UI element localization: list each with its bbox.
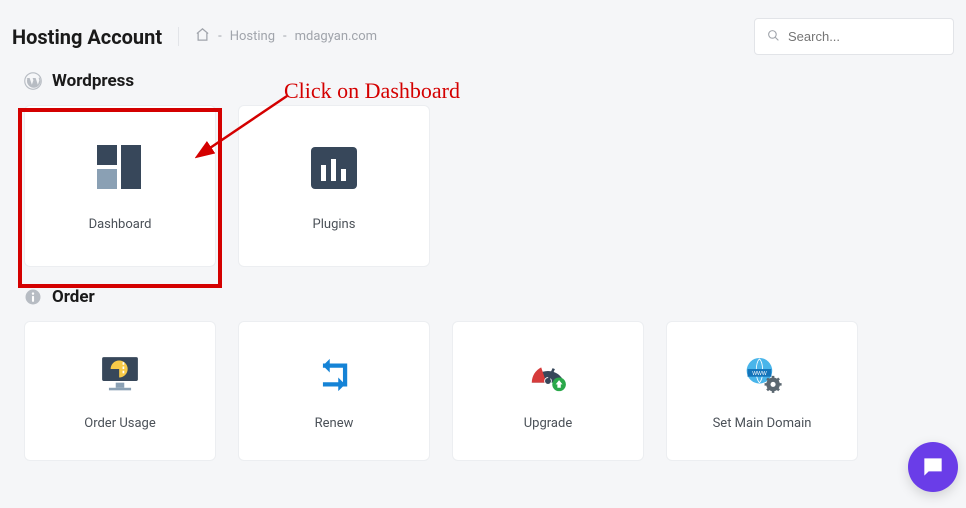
search-box[interactable] bbox=[754, 18, 954, 55]
card-order-usage[interactable]: Order Usage bbox=[24, 321, 216, 461]
card-renew-label: Renew bbox=[315, 416, 354, 431]
section-wordpress-header: Wordpress bbox=[24, 71, 942, 91]
card-dashboard-label: Dashboard bbox=[89, 217, 152, 232]
breadcrumb-sep: - bbox=[283, 29, 287, 44]
dashboard-icon bbox=[93, 141, 147, 195]
page-title: Hosting Account bbox=[12, 25, 162, 49]
order-cards: Order Usage Renew Upgrade WWW Set Main D… bbox=[24, 321, 942, 461]
plugins-icon bbox=[307, 141, 361, 195]
card-upgrade-label: Upgrade bbox=[524, 416, 572, 431]
breadcrumb-hosting[interactable]: Hosting bbox=[230, 29, 275, 44]
card-order-usage-label: Order Usage bbox=[84, 416, 156, 431]
card-upgrade[interactable]: Upgrade bbox=[452, 321, 644, 461]
card-plugins-label: Plugins bbox=[313, 217, 356, 232]
section-wordpress: Wordpress Dashboard Plugins bbox=[0, 67, 966, 283]
section-order-title: Order bbox=[52, 287, 95, 307]
info-icon bbox=[24, 288, 42, 306]
search-icon bbox=[767, 27, 780, 46]
chat-icon bbox=[920, 454, 946, 480]
breadcrumb-domain[interactable]: mdagyan.com bbox=[295, 29, 377, 44]
search-input[interactable] bbox=[788, 29, 941, 44]
upgrade-icon bbox=[525, 352, 571, 398]
section-order: Order Order Usage Renew Upgrade WWW Set … bbox=[0, 283, 966, 477]
chat-widget-button[interactable] bbox=[908, 442, 958, 492]
card-set-main-domain-label: Set Main Domain bbox=[713, 416, 812, 431]
order-usage-icon bbox=[97, 352, 143, 398]
card-plugins[interactable]: Plugins bbox=[238, 105, 430, 267]
section-wordpress-title: Wordpress bbox=[52, 71, 134, 91]
card-renew[interactable]: Renew bbox=[238, 321, 430, 461]
home-icon[interactable] bbox=[195, 27, 210, 46]
breadcrumb: - Hosting - mdagyan.com bbox=[178, 27, 377, 46]
breadcrumb-sep: - bbox=[218, 29, 222, 44]
page-header: Hosting Account - Hosting - mdagyan.com bbox=[0, 0, 966, 67]
annotation-text: Click on Dashboard bbox=[284, 78, 460, 104]
wordpress-icon bbox=[24, 72, 42, 90]
set-main-domain-icon: WWW bbox=[739, 352, 785, 398]
header-left: Hosting Account - Hosting - mdagyan.com bbox=[12, 25, 377, 49]
wordpress-cards: Dashboard Plugins bbox=[24, 105, 942, 267]
renew-icon bbox=[311, 352, 357, 398]
card-dashboard[interactable]: Dashboard bbox=[24, 105, 216, 267]
card-set-main-domain[interactable]: WWW Set Main Domain bbox=[666, 321, 858, 461]
svg-text:WWW: WWW bbox=[752, 371, 767, 377]
section-order-header: Order bbox=[24, 287, 942, 307]
